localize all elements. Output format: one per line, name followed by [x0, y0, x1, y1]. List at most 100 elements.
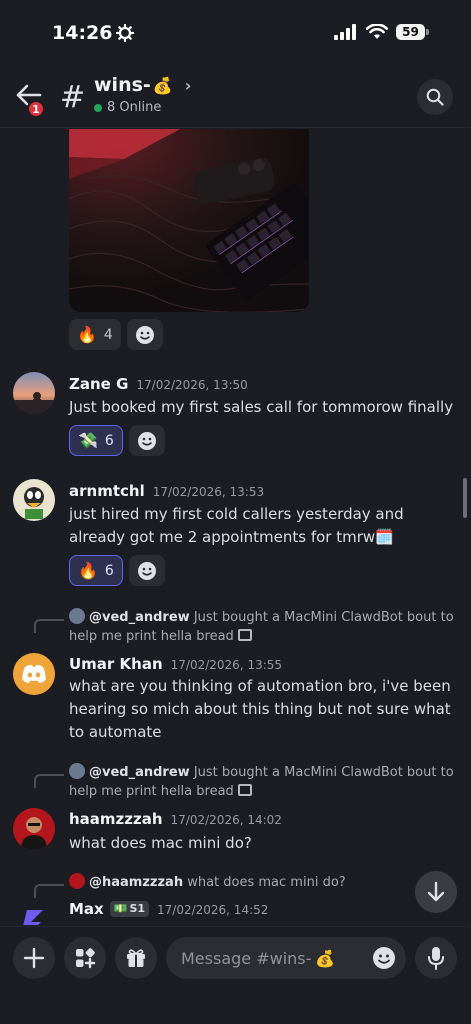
message-timestamp: 17/02/2026, 13:55: [170, 658, 283, 672]
channel-header: 1 # wins- 💰 › 8 Online: [0, 62, 471, 128]
reaction-bar: 🔥 6: [69, 555, 165, 586]
gift-icon: [127, 949, 145, 967]
reply-preview[interactable]: @haamzzzah what does mac mini do?: [69, 873, 464, 892]
image-attachment[interactable]: [69, 129, 309, 312]
message-text: Just booked my first sales call for tomm…: [69, 398, 454, 416]
message-author: Max 💵 S1 17/02/2026, 14:52: [69, 900, 268, 918]
status-bar: 14:26 59: [0, 0, 471, 62]
reply-author: @haamzzzah: [89, 875, 184, 890]
avatar[interactable]: [13, 808, 55, 850]
user-avatar-portrait: [13, 808, 55, 850]
smiley-icon: [373, 947, 395, 969]
reply-preview[interactable]: @ved_andrew Just bought a MacMini ClawdB…: [69, 763, 464, 801]
fire-emoji: 🔥: [77, 325, 97, 344]
message-timestamp: 17/02/2026, 14:52: [157, 903, 269, 917]
message-text: what does mac mini do?: [69, 834, 252, 852]
money-wings-emoji: 💸: [78, 431, 98, 450]
reply-preview[interactable]: @ved_andrew Just bought a MacMini ClawdB…: [69, 608, 464, 646]
mini-avatar: [69, 873, 85, 889]
clock-time: 14:26: [52, 22, 113, 44]
avatar[interactable]: [13, 479, 55, 521]
reaction-bar: 💸 6: [69, 425, 165, 456]
add-reaction-button[interactable]: [126, 319, 163, 350]
message-timestamp: 17/02/2026, 14:02: [170, 813, 282, 827]
author-name[interactable]: Zane G: [69, 375, 128, 393]
smiley-add-icon: [137, 561, 156, 580]
server-tag-badge: 💵 S1: [109, 900, 150, 917]
clock: 14:26: [52, 22, 135, 44]
message-timestamp: 17/02/2026, 13:53: [152, 485, 265, 499]
add-reaction-button[interactable]: [128, 555, 165, 586]
author-name[interactable]: haamzzzah: [69, 810, 163, 828]
chevron-right-icon: ›: [184, 75, 192, 95]
author-name[interactable]: Umar Khan: [69, 655, 163, 673]
reaction-fire[interactable]: 🔥 4: [69, 319, 121, 350]
reaction-count: 6: [104, 432, 114, 449]
message-author: haamzzzah 17/02/2026, 14:02: [69, 810, 282, 828]
plus-icon: [23, 947, 45, 969]
avatar[interactable]: [13, 653, 55, 695]
scrollbar[interactable]: [463, 478, 467, 518]
apps-icon: [76, 948, 96, 969]
user-avatar-cartoon: [13, 479, 55, 521]
reaction-money[interactable]: 💸 6: [69, 425, 123, 456]
gift-button[interactable]: [115, 937, 157, 979]
online-status: 8 Online: [94, 100, 161, 115]
badge-label: S1: [129, 902, 146, 915]
reaction-fire[interactable]: 🔥 6: [69, 555, 123, 586]
message-text: just hired my first cold callers yesterd…: [69, 505, 404, 546]
reply-text: what does mac mini do?: [187, 875, 346, 890]
author-name[interactable]: Max: [69, 900, 104, 918]
reaction-bar: 🔥 4: [69, 319, 163, 350]
message-author: Zane G 17/02/2026, 13:50: [69, 375, 248, 393]
discord-logo-icon: [22, 664, 46, 683]
voice-message-button[interactable]: [415, 937, 457, 979]
smiley-add-icon: [137, 431, 156, 450]
mini-avatar: [69, 608, 85, 624]
message-input[interactable]: Message #wins- 💰: [166, 937, 406, 979]
cellular-signal-icon: [334, 24, 356, 40]
image-icon: [237, 784, 252, 796]
wifi-icon: [366, 24, 388, 39]
reaction-count: 6: [104, 562, 114, 579]
cash-icon: 💵: [113, 902, 128, 915]
image-icon: [237, 629, 252, 641]
microphone-icon: [428, 947, 444, 970]
message-timestamp: 17/02/2026, 13:50: [136, 378, 248, 392]
channel-name-text: wins-: [94, 74, 151, 96]
message-author: arnmtchl 17/02/2026, 13:53: [69, 482, 264, 500]
author-name[interactable]: arnmtchl: [69, 482, 145, 500]
apps-button[interactable]: [64, 937, 106, 979]
reply-author: @ved_andrew: [89, 610, 190, 625]
message-text: what are you thinking of automation bro,…: [69, 677, 451, 741]
hashtag-icon: #: [60, 80, 86, 115]
money-bag-emoji: 💰: [152, 75, 173, 95]
money-bag-emoji: 💰: [315, 948, 336, 968]
search-button[interactable]: [417, 79, 453, 115]
online-dot-icon: [94, 103, 102, 112]
avatar[interactable]: [13, 372, 55, 414]
battery-icon: 59: [396, 24, 429, 40]
arrow-down-icon: [427, 881, 445, 902]
message-composer: Message #wins- 💰: [0, 926, 471, 1024]
jump-to-present-button[interactable]: [415, 871, 457, 913]
unread-badge: 1: [27, 100, 45, 118]
channel-title[interactable]: wins- 💰 ›: [94, 74, 191, 96]
reaction-count: 4: [103, 326, 113, 343]
avatar[interactable]: [13, 902, 55, 925]
reply-author: @ved_andrew: [89, 765, 190, 780]
add-attachment-button[interactable]: [13, 937, 55, 979]
reply-connector: [34, 774, 64, 788]
mini-avatar: [69, 763, 85, 779]
lightning-avatar-icon: [23, 910, 43, 925]
battery-level: 59: [396, 24, 425, 40]
user-avatar-sunset: [13, 372, 55, 414]
online-count: 8 Online: [107, 100, 162, 115]
message-placeholder: Message #wins-: [181, 948, 312, 968]
focus-mode-icon: [116, 24, 135, 42]
reply-connector: [34, 884, 64, 898]
add-reaction-button[interactable]: [128, 425, 165, 456]
smiley-add-icon: [135, 325, 154, 344]
message-feed[interactable]: 🔥 4 Zane G 17/02/2026, 13:50 Just booked …: [0, 129, 471, 925]
emoji-picker-button[interactable]: [372, 946, 396, 974]
